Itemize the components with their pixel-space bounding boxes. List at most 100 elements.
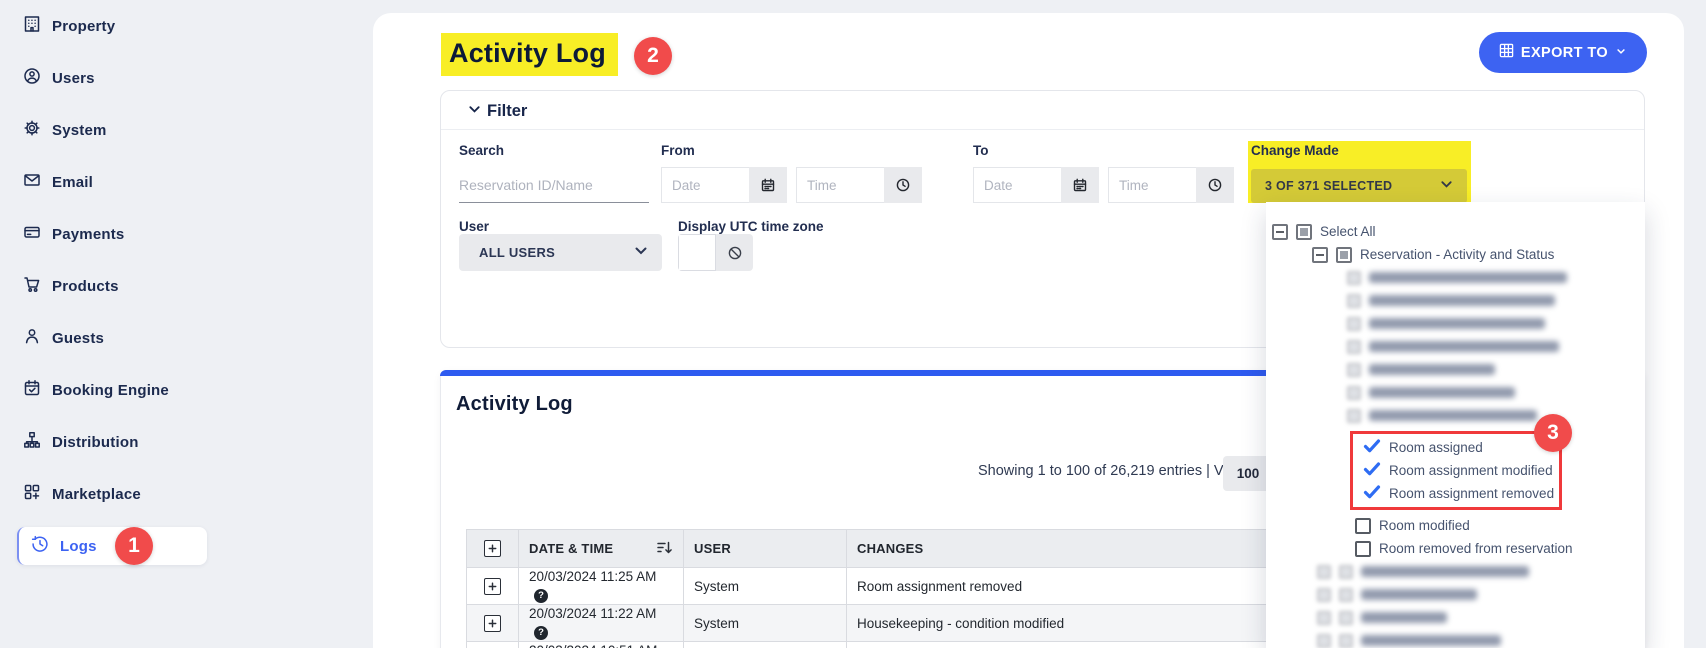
blurred-expander	[1317, 611, 1331, 625]
tree-item-room-assignment-removed[interactable]: Room assignment removed	[1357, 482, 1555, 505]
clock-icon[interactable]	[884, 167, 922, 203]
divider	[441, 129, 1644, 130]
question-icon: ?	[534, 589, 548, 603]
utc-label: Display UTC time zone	[678, 219, 824, 234]
blurred-checkbox	[1339, 588, 1353, 602]
sidebar-item-label: Property	[52, 18, 115, 35]
tree-item-room-assignment-modified[interactable]: Room assignment modified	[1357, 459, 1555, 482]
sidebar-item-system[interactable]: System	[0, 104, 373, 156]
tree-item-redacted[interactable]	[1266, 629, 1645, 648]
clock-icon[interactable]	[1196, 167, 1234, 203]
chevron-down-icon	[1440, 178, 1453, 194]
blurred-label	[1361, 589, 1477, 600]
tree-item-redacted[interactable]	[1266, 404, 1645, 427]
utc-timezone-input[interactable]	[678, 234, 716, 271]
sidebar-item-payments[interactable]: Payments	[0, 208, 373, 260]
sidebar-item-label: Marketplace	[52, 486, 141, 503]
calendar-icon[interactable]	[749, 167, 787, 203]
sidebar-item-booking-engine[interactable]: Booking Engine	[0, 364, 373, 416]
to-date-group	[973, 167, 1099, 203]
tree-item-room-modified[interactable]: Room modified	[1266, 514, 1645, 537]
tree-item-redacted[interactable]	[1266, 289, 1645, 312]
tree-item-label: Room assignment removed	[1389, 486, 1554, 501]
filter-collapse-toggle[interactable]: Filter	[468, 102, 527, 121]
search-input[interactable]	[459, 168, 649, 203]
tristate-checkbox[interactable]	[1336, 247, 1352, 263]
export-to-label: EXPORT TO	[1521, 45, 1608, 61]
sidebar-nav: Property Users System Email Payments Pro…	[0, 0, 373, 648]
page-title: Activity Log	[449, 38, 606, 68]
tree-item-reservation-activity-and-status[interactable]: Reservation - Activity and Status	[1266, 243, 1645, 266]
change-made-dropdown-panel: Select All Reservation - Activity and Sta…	[1266, 202, 1645, 648]
sort-icon[interactable]	[656, 539, 673, 559]
row-expand-icon[interactable]	[484, 578, 501, 595]
tree-item-label: Select All	[1320, 224, 1376, 239]
to-label: To	[973, 143, 989, 158]
utc-timezone-control	[678, 234, 753, 271]
tree-item-redacted[interactable]	[1266, 358, 1645, 381]
collapse-toggle-icon[interactable]	[1312, 247, 1328, 263]
sidebar-item-label: Guests	[52, 330, 104, 347]
unchecked-checkbox[interactable]	[1355, 518, 1371, 534]
from-date-group	[661, 167, 787, 203]
to-time-input[interactable]	[1108, 167, 1196, 203]
checked-checkbox-icon[interactable]	[1363, 460, 1381, 481]
page-title-highlight: Activity Log	[441, 33, 618, 76]
filter-title: Filter	[487, 102, 527, 121]
column-header-datetime[interactable]: DATE & TIME	[519, 530, 684, 568]
user-select[interactable]: ALL USERS	[459, 234, 662, 271]
tree-item-label: Room assigned	[1389, 440, 1483, 455]
blurred-label	[1369, 272, 1567, 283]
clear-blocked-icon[interactable]	[716, 234, 753, 271]
annotation-badge-3: 3	[1534, 414, 1572, 452]
chevron-down-icon	[1615, 45, 1627, 61]
tree-item-redacted[interactable]	[1266, 381, 1645, 404]
tree-item-redacted[interactable]	[1266, 583, 1645, 606]
column-header-user[interactable]: USER	[684, 530, 847, 568]
tree-item-redacted[interactable]	[1266, 606, 1645, 629]
calendar-icon[interactable]	[1061, 167, 1099, 203]
sidebar-item-label: Email	[52, 174, 93, 191]
marketplace-grid-icon	[22, 482, 42, 507]
tristate-checkbox[interactable]	[1296, 224, 1312, 240]
sidebar-item-users[interactable]: Users	[0, 52, 373, 104]
sidebar-item-email[interactable]: Email	[0, 156, 373, 208]
blurred-checkbox	[1339, 565, 1353, 579]
sidebar-item-logs[interactable]: Logs	[0, 520, 373, 572]
blurred-label	[1361, 612, 1447, 623]
from-date-input[interactable]	[661, 167, 749, 203]
tree-item-redacted[interactable]	[1266, 560, 1645, 583]
annotation-badge-1: 1	[115, 527, 153, 565]
sidebar-item-guests[interactable]: Guests	[0, 312, 373, 364]
tree-item-room-removed-from-reservation[interactable]: Room removed from reservation	[1266, 537, 1645, 560]
checked-checkbox-icon[interactable]	[1363, 483, 1381, 504]
from-time-input[interactable]	[796, 167, 884, 203]
unchecked-checkbox[interactable]	[1355, 541, 1371, 557]
tree-item-redacted[interactable]	[1266, 312, 1645, 335]
blurred-label	[1369, 318, 1545, 329]
sidebar-item-property[interactable]: Property	[0, 0, 373, 52]
blurred-checkbox	[1347, 386, 1361, 400]
collapse-toggle-icon[interactable]	[1272, 224, 1288, 240]
tree-item-label: Room modified	[1379, 518, 1470, 533]
sidebar-item-distribution[interactable]: Distribution	[0, 416, 373, 468]
property-building-icon	[22, 14, 42, 39]
sidebar-item-products[interactable]: Products	[0, 260, 373, 312]
tree-item-redacted[interactable]	[1266, 335, 1645, 358]
checked-checkbox-icon[interactable]	[1363, 437, 1381, 458]
activity-log-page: Property Users System Email Payments Pro…	[0, 0, 1706, 648]
cell-datetime: 20/03/2024 11:25 AM?	[519, 568, 684, 605]
entries-summary: Showing 1 to 100 of 26,219 entries | Vie…	[978, 463, 1245, 479]
row-expand-icon[interactable]	[484, 615, 501, 632]
sidebar-item-marketplace[interactable]: Marketplace	[0, 468, 373, 520]
tree-item-select-all[interactable]: Select All	[1266, 220, 1645, 243]
tree-item-room-assigned[interactable]: Room assigned	[1357, 436, 1555, 459]
export-to-button[interactable]: EXPORT TO	[1479, 32, 1647, 73]
to-date-input[interactable]	[973, 167, 1061, 203]
products-cart-icon	[22, 274, 42, 299]
sidebar-item-label: Payments	[52, 226, 124, 243]
tree-item-redacted[interactable]	[1266, 266, 1645, 289]
expand-all-icon[interactable]	[484, 540, 501, 557]
change-made-select[interactable]: 3 OF 371 SELECTED	[1251, 169, 1467, 203]
question-icon: ?	[534, 626, 548, 640]
